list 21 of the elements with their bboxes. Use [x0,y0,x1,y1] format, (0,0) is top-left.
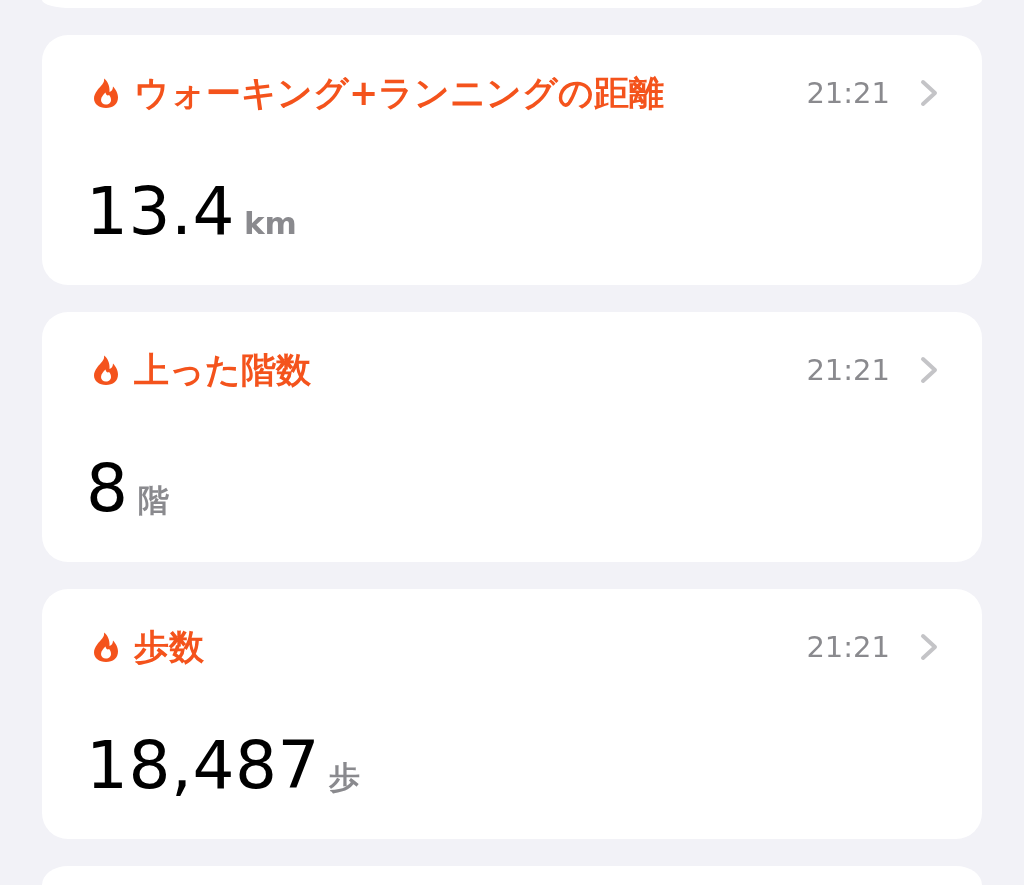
metric-value: 8 [86,450,129,528]
chevron-right-icon [920,79,938,107]
unit-label: km [243,204,297,243]
metric-title: 歩数 [134,626,204,669]
unit-label: 歩 [328,758,360,797]
flame-icon [93,78,119,108]
chevron-right-icon [920,356,938,384]
flame-icon [93,355,119,385]
chevron-right-icon [920,633,938,661]
metric-title: ウォーキング+ランニングの距離 [134,72,665,115]
metric-value: 13.4 [86,173,235,251]
metric-card[interactable]: 上った階数 21:21 8 階 [42,312,982,562]
time-label: 21:21 [806,75,890,112]
metric-card[interactable]: ウォーキング+ランニングの距離 21:21 13.4 km [42,35,982,285]
metric-card[interactable]: 歩数 21:21 18,487 歩 [42,589,982,839]
time-label: 21:21 [806,629,890,666]
unit-label: 階 [137,481,169,520]
metric-title: 上った階数 [134,349,311,392]
time-label: 21:21 [806,352,890,389]
metric-value: 18,487 [86,727,320,805]
flame-icon [93,632,119,662]
